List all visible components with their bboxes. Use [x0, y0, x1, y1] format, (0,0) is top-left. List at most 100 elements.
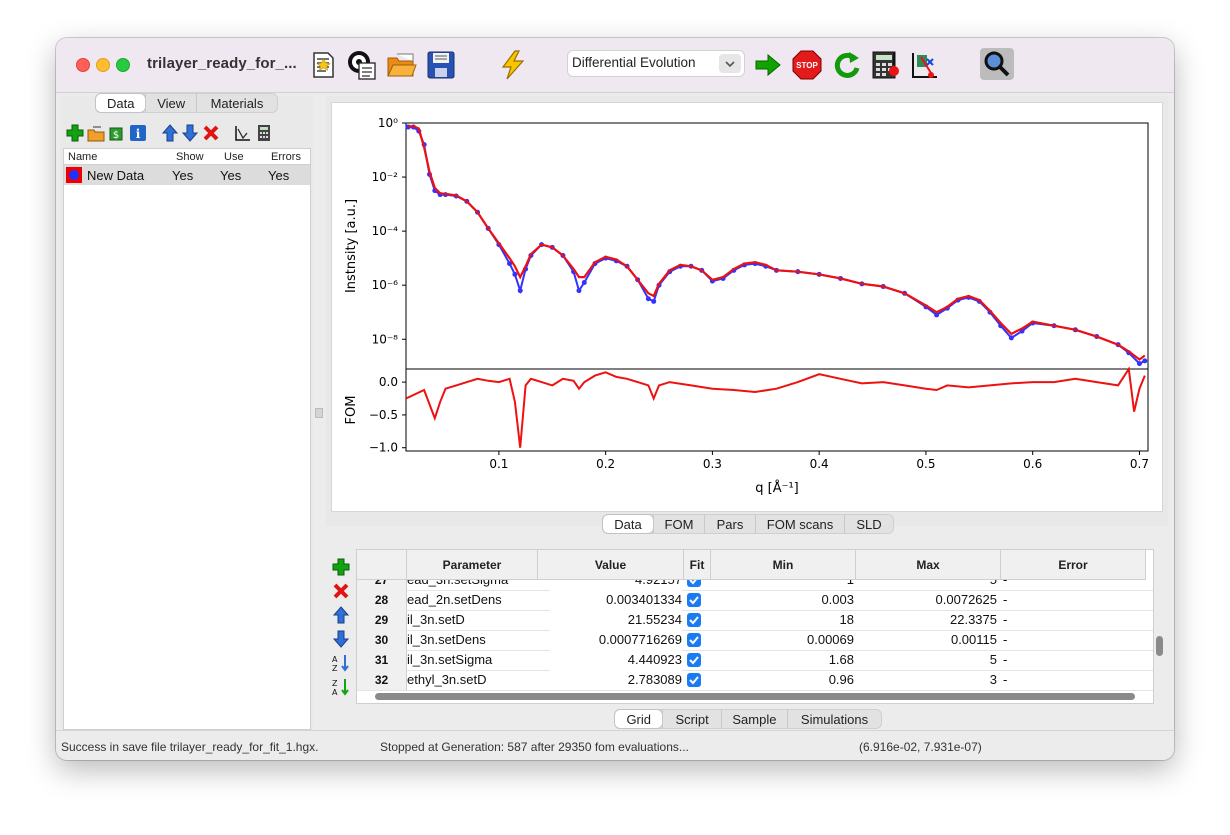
minimize-window-button[interactable]	[96, 58, 110, 72]
y-tick-label: 10⁻⁸	[372, 332, 399, 346]
parameter-cell[interactable]: il_3n.setD	[407, 610, 537, 630]
column-header-name[interactable]: Name	[68, 151, 97, 163]
calculator-icon[interactable]	[870, 49, 902, 81]
delete-row-icon[interactable]	[331, 581, 351, 601]
fom-tick-label: 0.0	[379, 375, 398, 389]
zoom-button[interactable]	[980, 48, 1014, 80]
min-cell[interactable]: 18	[712, 610, 854, 630]
value-cell[interactable]: 2.783089	[550, 670, 682, 690]
horizontal-scrollbar[interactable]	[375, 693, 1135, 700]
save-sim-icon[interactable]	[346, 49, 378, 81]
tab-sample[interactable]: Sample	[720, 710, 787, 728]
table-row[interactable]: 29 il_3n.setD 21.55234 18 22.3375-	[357, 610, 1153, 631]
save-icon[interactable]	[425, 49, 457, 81]
tab-materials[interactable]: Materials	[195, 94, 277, 112]
plot-canvas[interactable]: 10⁰ 10⁻² 10⁻⁴ 10⁻⁶ 10⁻⁸ 0.0 −0.5 −1.0 0.1 0.2 0.…	[331, 102, 1163, 512]
column-header-error[interactable]: Error	[1001, 550, 1146, 580]
max-cell[interactable]: 5	[857, 650, 997, 670]
max-cell[interactable]: 22.3375	[857, 610, 997, 630]
parameter-cell[interactable]: ead_2n.setDens	[407, 590, 537, 610]
fit-checkbox[interactable]	[687, 593, 701, 607]
vertical-scrollbar[interactable]	[1156, 636, 1163, 656]
row-number: 30	[357, 630, 407, 650]
column-header-errors[interactable]: Errors	[271, 151, 301, 163]
data-use: Yes	[220, 168, 242, 183]
column-header-max[interactable]: Max	[856, 550, 1001, 580]
max-cell[interactable]: 0.00115	[857, 630, 997, 650]
error-cell: -	[1003, 612, 1008, 627]
min-cell[interactable]: 0.003	[712, 590, 854, 610]
calc-icon[interactable]	[256, 124, 272, 142]
table-row[interactable]: 28 ead_2n.setDens 0.003401334 0.003 0.007262…	[357, 590, 1153, 611]
tab-plot-data[interactable]: Data	[603, 515, 653, 533]
stop-icon[interactable]: STOP	[791, 49, 823, 81]
open-folder-icon[interactable]	[385, 49, 417, 81]
parameter-cell[interactable]: il_3n.setSigma	[407, 650, 537, 670]
fit-checkbox[interactable]	[687, 653, 701, 667]
tab-data[interactable]: Data	[96, 94, 146, 112]
tab-grid[interactable]: Grid	[615, 710, 663, 728]
status-middle: Stopped at Generation: 587 after 29350 f…	[380, 740, 689, 754]
chevron-down-icon[interactable]	[719, 54, 741, 73]
value-cell[interactable]: 0.003401334	[550, 590, 682, 610]
sort-za-icon[interactable]: ZA	[331, 677, 351, 697]
y-tick-label: 10⁰	[378, 116, 398, 130]
min-cell[interactable]: 0.96	[712, 670, 854, 690]
move-up-icon[interactable]	[162, 124, 178, 142]
tab-plot-fom[interactable]: FOM	[653, 515, 704, 533]
add-row-icon[interactable]	[331, 557, 351, 577]
tab-plot-pars[interactable]: Pars	[704, 515, 755, 533]
delete-data-icon[interactable]	[202, 124, 220, 142]
value-cell[interactable]: 4.440923	[550, 650, 682, 670]
add-data-icon[interactable]	[66, 124, 84, 142]
tab-plot-fom-scans[interactable]: FOM scans	[755, 515, 844, 533]
table-row[interactable]: 31 il_3n.setSigma 4.440923 1.68 5-	[357, 650, 1153, 671]
zoom-window-button[interactable]	[116, 58, 130, 72]
column-header-min[interactable]: Min	[711, 550, 856, 580]
open-data-icon[interactable]	[87, 124, 105, 142]
max-cell[interactable]: 3	[857, 670, 997, 690]
fit-checkbox[interactable]	[687, 613, 701, 627]
simulate-lightning-icon[interactable]	[497, 49, 529, 81]
top-axes-frame	[405, 122, 1149, 370]
table-row[interactable]: 30 il_3n.setDens 0.0007716269 0.00069 0.0011…	[357, 630, 1153, 651]
tab-plot-sld[interactable]: SLD	[844, 515, 893, 533]
min-cell[interactable]: 1.68	[712, 650, 854, 670]
move-down-icon[interactable]	[182, 124, 198, 142]
column-header-show[interactable]: Show	[176, 151, 204, 163]
new-file-icon[interactable]	[308, 49, 340, 81]
row-down-icon[interactable]	[331, 629, 351, 649]
plot-settings-icon[interactable]	[234, 124, 252, 142]
data-color-swatch	[66, 167, 82, 183]
value-cell[interactable]: 0.0007716269	[550, 630, 682, 650]
tab-simulations[interactable]: Simulations	[787, 710, 881, 728]
column-header-value[interactable]: Value	[538, 550, 684, 580]
column-header-use[interactable]: Use	[224, 151, 244, 163]
algorithm-select-value: Differential Evolution	[572, 55, 696, 70]
fit-checkbox[interactable]	[687, 673, 701, 687]
value-cell[interactable]: 21.55234	[550, 610, 682, 630]
min-cell[interactable]: 0.00069	[712, 630, 854, 650]
table-row[interactable]: 32 ethyl_3n.setD 2.783089 0.96 3-	[357, 670, 1153, 691]
sort-az-icon[interactable]: AZ	[331, 653, 351, 673]
data-point	[512, 271, 518, 277]
list-item[interactable]: New Data Yes Yes Yes	[64, 165, 310, 185]
algorithm-select[interactable]: Differential Evolution	[567, 50, 745, 77]
parameter-cell[interactable]: ethyl_3n.setD	[407, 670, 537, 690]
parameter-cell[interactable]: il_3n.setDens	[407, 630, 537, 650]
tab-script[interactable]: Script	[662, 710, 720, 728]
info-icon[interactable]: i	[129, 124, 147, 142]
vertical-splitter[interactable]	[315, 408, 323, 418]
restart-icon[interactable]	[831, 49, 863, 81]
column-header-fit[interactable]: Fit	[684, 550, 711, 580]
column-header-parameter[interactable]: Parameter	[407, 550, 538, 580]
row-up-icon[interactable]	[331, 605, 351, 625]
import-data-icon[interactable]: $	[108, 124, 126, 142]
series-group	[405, 124, 1148, 448]
parameter-scan-icon[interactable]	[909, 49, 941, 81]
start-fit-arrow-icon[interactable]	[752, 49, 784, 81]
close-window-button[interactable]	[76, 58, 90, 72]
fit-checkbox[interactable]	[687, 633, 701, 647]
max-cell[interactable]: 0.0072625	[857, 590, 997, 610]
tab-view[interactable]: View	[145, 94, 195, 112]
